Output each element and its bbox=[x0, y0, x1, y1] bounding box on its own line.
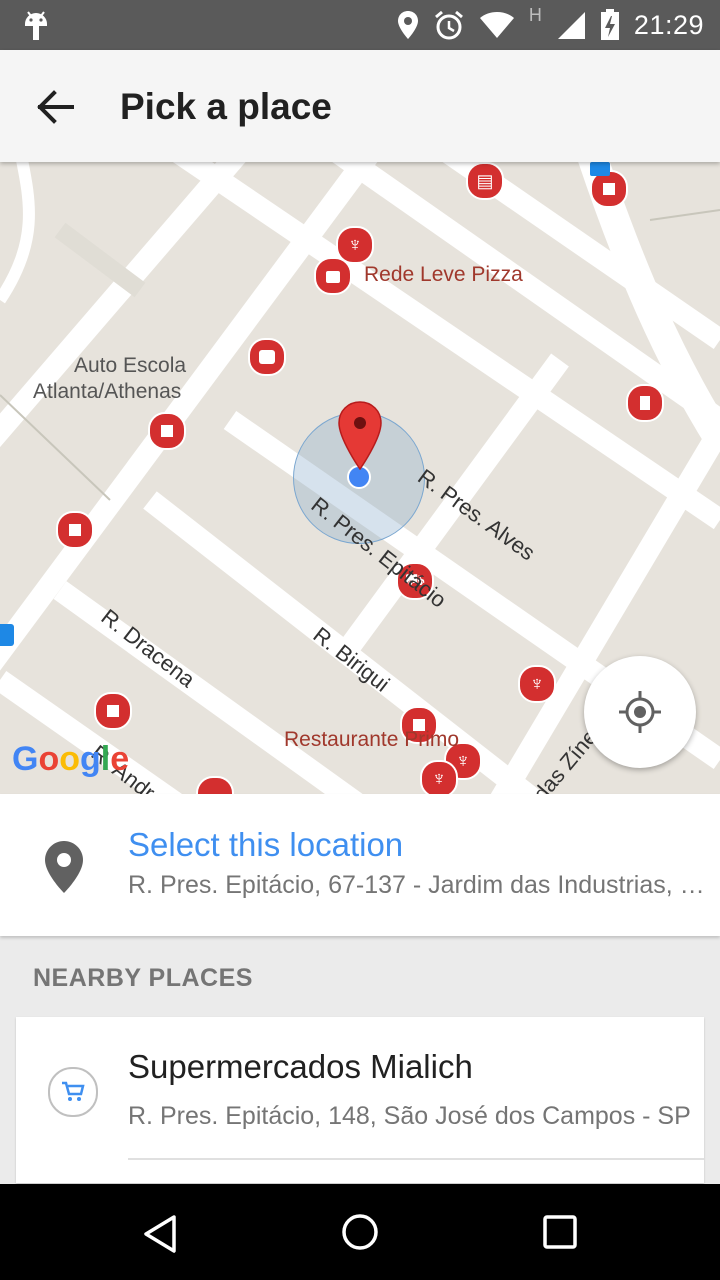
wifi-icon bbox=[479, 12, 514, 38]
map-label-restaurante: Restaurante Primo bbox=[284, 728, 460, 751]
network-type: H bbox=[528, 4, 542, 25]
battery-charging-icon bbox=[600, 9, 619, 40]
select-location-panel[interactable] bbox=[0, 794, 720, 936]
alarm-icon bbox=[434, 10, 463, 40]
shopping-cart-icon bbox=[48, 1067, 98, 1117]
poi-restaurant-icon[interactable]: ♆ bbox=[420, 760, 458, 794]
nearby-place-address: R. Pres. Epitácio, 148, São José dos Cam… bbox=[128, 1102, 691, 1130]
home-circle-icon[interactable] bbox=[340, 1212, 380, 1252]
select-location-button[interactable]: Select this location bbox=[128, 826, 403, 864]
android-icon bbox=[25, 11, 47, 40]
poi-generic-icon[interactable] bbox=[94, 692, 132, 730]
place-pin-icon bbox=[45, 841, 83, 893]
poi-bus-icon[interactable] bbox=[248, 338, 286, 376]
poi-restaurant-icon[interactable]: ♆ bbox=[518, 665, 556, 703]
recents-square-icon[interactable] bbox=[542, 1214, 578, 1250]
map-label-rede-leve: Rede Leve Pizza bbox=[364, 263, 523, 286]
google-logo: Google bbox=[12, 740, 130, 778]
app-bar: Pick a place bbox=[0, 50, 720, 162]
selected-address: R. Pres. Epitácio, 67-137 - Jardim das I… bbox=[128, 871, 713, 899]
my-location-button[interactable] bbox=[584, 656, 696, 768]
crosshair-icon bbox=[619, 691, 661, 733]
status-bar: H 21:29 bbox=[0, 0, 720, 50]
status-time: 21:29 bbox=[633, 9, 704, 40]
poi-generic-icon[interactable] bbox=[148, 412, 186, 450]
poi-gas-station-icon[interactable] bbox=[626, 384, 664, 422]
nearby-place-card[interactable]: Supermercados Mialich R. Pres. Epitácio,… bbox=[16, 1017, 704, 1183]
nearby-place-name: Supermercados Mialich bbox=[128, 1048, 473, 1085]
page-title: Pick a place bbox=[120, 86, 332, 127]
poi-book-icon[interactable]: ▤ bbox=[466, 162, 504, 200]
transit-icon[interactable] bbox=[0, 624, 14, 646]
map-label-auto-escola-1: Auto Escola bbox=[74, 354, 187, 377]
back-triangle-icon[interactable] bbox=[140, 1214, 180, 1254]
divider bbox=[128, 1158, 704, 1160]
poi-shopping-bag-icon[interactable] bbox=[314, 257, 352, 295]
signal-icon bbox=[557, 12, 585, 39]
poi-generic-icon[interactable] bbox=[56, 511, 94, 549]
transit-icon[interactable] bbox=[590, 162, 610, 176]
map-label-auto-escola-2: Atlanta/Athenas bbox=[33, 380, 182, 403]
location-icon bbox=[397, 11, 418, 39]
nearby-places-header: NEARBY PLACES bbox=[33, 964, 253, 992]
navigation-bar bbox=[0, 1184, 720, 1280]
arrow-back-icon[interactable] bbox=[32, 84, 78, 130]
map-pin-icon[interactable] bbox=[337, 400, 383, 470]
